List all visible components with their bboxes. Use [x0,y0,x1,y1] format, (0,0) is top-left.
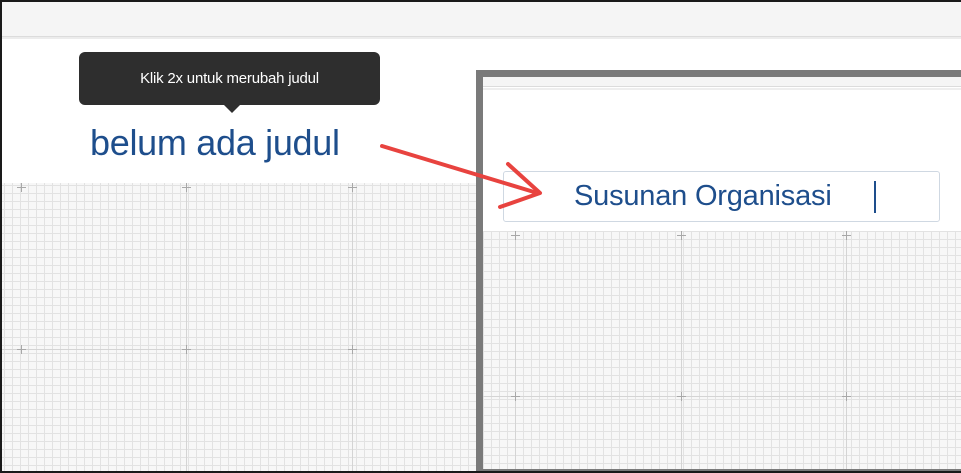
text-caret [874,181,876,213]
tooltip-pointer [223,104,241,113]
plus-marker-icon [842,231,851,240]
plus-marker-icon [511,231,520,240]
toolbar-divider [2,37,961,39]
grid-major-line [681,231,682,471]
plus-marker-icon [677,231,686,240]
edit-title-tooltip: Klik 2x untuk merubah judul [79,52,380,105]
grid-major-line [352,183,353,471]
grid-major-line [515,231,516,471]
chart-title-placeholder[interactable]: belum ada judul [90,122,340,164]
plus-marker-icon [842,392,851,401]
grid-major-line [186,183,187,471]
zoom-inset-frame [476,70,961,471]
plus-marker-icon [348,183,357,192]
inset-toolbar-divider [483,88,961,90]
plus-marker-icon [182,183,191,192]
inset-canvas-grid[interactable] [483,231,961,471]
plus-marker-icon [182,345,191,354]
plus-marker-icon [17,183,26,192]
grid-major-line [846,231,847,471]
canvas-grid[interactable] [2,183,480,471]
toolbar-strip [2,2,961,37]
grid-major-line [483,396,961,397]
plus-marker-icon [511,392,520,401]
plus-marker-icon [348,345,357,354]
inset-toolbar-strip [483,77,961,87]
plus-marker-icon [17,345,26,354]
grid-major-line [2,349,480,350]
plus-marker-icon [677,392,686,401]
screenshot-frame: Klik 2x untuk merubah judul belum ada ju… [0,0,961,473]
